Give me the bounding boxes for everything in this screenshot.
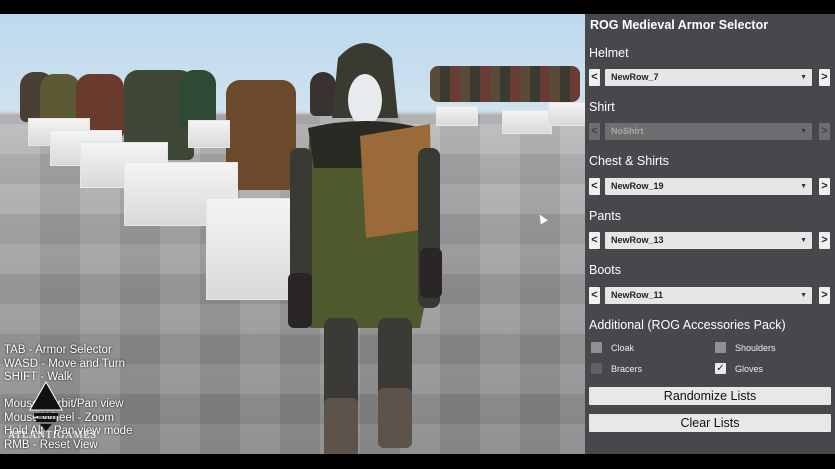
dropdown-value: NewRow_11	[611, 290, 664, 300]
armor-mannequin	[180, 70, 216, 126]
armored-character	[288, 43, 442, 454]
chevron-down-icon: ▼	[800, 237, 807, 244]
randomize-lists-button[interactable]: Randomize Lists	[589, 387, 831, 405]
cloak-checkbox[interactable]	[591, 342, 602, 353]
additional-title: Additional (ROG Accessories Pack)	[589, 318, 786, 332]
bracers-checkbox[interactable]	[591, 363, 602, 374]
help-line	[4, 385, 132, 399]
shirt-dropdown[interactable]: NoShirt ▼	[605, 123, 812, 140]
boots-dropdown[interactable]: NewRow_11 ▼	[605, 287, 812, 304]
boots-prev-button[interactable]: <	[589, 287, 600, 304]
pedestal	[188, 120, 230, 148]
pants-next-button[interactable]: >	[819, 232, 830, 249]
chevron-down-icon: ▼	[800, 183, 807, 190]
letterbox-top	[0, 0, 835, 14]
category-label: Shirt	[589, 100, 615, 114]
dropdown-value: NewRow_7	[611, 72, 659, 82]
letterbox-bottom	[0, 454, 835, 469]
pants-prev-button[interactable]: <	[589, 232, 600, 249]
helmet-prev-button[interactable]: <	[589, 69, 600, 86]
pedestal	[502, 110, 552, 134]
pedestal	[548, 102, 585, 126]
shoulders-label: Shoulders	[735, 343, 776, 353]
helmet-next-button[interactable]: >	[819, 69, 830, 86]
chevron-down-icon: ▼	[800, 128, 807, 135]
chest-next-button[interactable]: >	[819, 178, 830, 195]
shoulders-checkbox[interactable]	[715, 342, 726, 353]
help-line: TAB - Armor Selector	[4, 344, 112, 356]
armor-selector-panel: ROG Medieval Armor Selector Helmet < New…	[585, 14, 835, 454]
category-label: Boots	[589, 263, 621, 277]
game-viewport[interactable]: TAB - Armor Selector WASD - Move and Tur…	[0, 14, 585, 454]
help-line: WASD - Move and Turn	[4, 357, 126, 370]
pants-dropdown[interactable]: NewRow_13 ▼	[605, 232, 812, 249]
shirt-prev-button[interactable]: <	[589, 123, 600, 140]
chevron-down-icon: ▼	[800, 74, 807, 81]
dropdown-value: NoShirt	[611, 126, 644, 136]
dropdown-value: NewRow_19	[611, 181, 664, 191]
cloak-label: Cloak	[611, 343, 635, 353]
checkmark-icon: ✓	[716, 363, 725, 374]
studio-logo-text: ATLANTIGAMES	[8, 430, 98, 441]
gloves-label: Gloves	[735, 364, 764, 374]
help-line: Mouse Wheel - Zoom	[4, 411, 114, 424]
category-label: Chest & Shirts	[589, 154, 669, 168]
category-label: Pants	[589, 209, 621, 223]
armor-mannequin	[430, 66, 580, 102]
boots-next-button[interactable]: >	[819, 287, 830, 304]
dropdown-value: NewRow_13	[611, 235, 664, 245]
shirt-next-button[interactable]: >	[819, 123, 830, 140]
help-line: Mouse - Orbit/Pan view	[4, 398, 124, 410]
category-label: Helmet	[589, 46, 629, 60]
gloves-checkbox[interactable]: ✓	[715, 363, 726, 374]
bracers-label: Bracers	[611, 364, 643, 374]
chevron-down-icon: ▼	[800, 292, 807, 299]
chest-prev-button[interactable]: <	[589, 178, 600, 195]
clear-lists-button[interactable]: Clear Lists	[589, 414, 831, 432]
studio-logo-icon	[29, 380, 63, 431]
chest-dropdown[interactable]: NewRow_19 ▼	[605, 178, 812, 195]
help-line: SHIFT - Walk	[4, 371, 73, 383]
helmet-dropdown[interactable]: NewRow_7 ▼	[605, 69, 812, 86]
panel-title: ROG Medieval Armor Selector	[590, 18, 769, 32]
